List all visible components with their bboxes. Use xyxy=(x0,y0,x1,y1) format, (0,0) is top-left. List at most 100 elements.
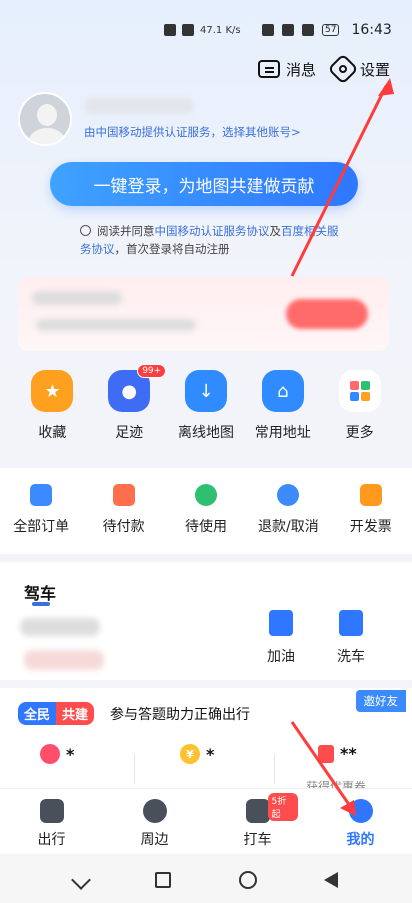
grid-icon xyxy=(338,370,381,412)
invite-friend-button[interactable]: 邀好友 xyxy=(355,690,406,712)
drive-section: 驾车 加油 洗车 xyxy=(0,562,412,680)
quiz-section[interactable]: 全民 共建 参与答题助力正确出行 邀好友 * ¥ * ** 获得优惠券 xyxy=(0,688,412,798)
settings-button[interactable]: 设置 xyxy=(327,53,390,85)
compass-icon xyxy=(142,799,167,823)
one-click-login-button[interactable]: 一键登录，为地图共建做贡献 xyxy=(50,162,358,206)
home-star-icon: ⌂ xyxy=(261,370,304,412)
quick-label: 收藏 xyxy=(38,425,67,441)
order-label: 开发票 xyxy=(349,519,392,535)
recent-apps-icon[interactable] xyxy=(155,871,172,888)
quick-item-more[interactable]: 更多 xyxy=(324,370,396,442)
tab-nearby[interactable]: 周边 xyxy=(115,789,195,854)
cloud-download-icon: ↓ xyxy=(184,370,227,412)
switch-account-link[interactable]: 由中国移动提供认证服务，选择其他账号> xyxy=(84,124,301,140)
quiz-item-value: ** xyxy=(340,744,357,763)
agreement-prefix: 阅读并同意 xyxy=(97,224,155,238)
message-label: 消息 xyxy=(285,60,316,79)
status-right: 57 16:43 xyxy=(262,22,392,38)
signal-icon xyxy=(182,24,194,36)
agreement-text: 阅读并同意中国移动认证服务协议及百度相关服务协议，首次登录将自动注册 xyxy=(80,222,342,258)
quick-label: 常用地址 xyxy=(254,425,311,441)
hd-icon xyxy=(164,24,176,36)
promo-action-button[interactable] xyxy=(286,299,368,329)
system-nav-bar xyxy=(0,856,412,903)
fuel-label: 加油 xyxy=(267,649,295,665)
tab-label: 周边 xyxy=(140,832,169,848)
tab-label: 我的 xyxy=(346,832,375,848)
car-wash-button[interactable]: 洗车 xyxy=(326,610,376,666)
profile-icon xyxy=(348,799,373,823)
order-pending-use[interactable]: 待使用 xyxy=(170,484,242,554)
invoice-icon xyxy=(359,484,382,506)
drive-title: 驾车 xyxy=(24,584,57,603)
quiz-item-1[interactable]: * xyxy=(40,744,74,764)
alarm-icon xyxy=(262,24,274,36)
quick-actions: ★ 收藏 ● 99+ 足迹 ↓ 离线地图 ⌂ 常用地址 更多 xyxy=(0,364,412,442)
divider xyxy=(134,754,135,784)
orders-section: 全部订单 待付款 待使用 退款/取消 开发票 xyxy=(0,468,412,554)
profile-name-blurred xyxy=(84,98,194,114)
network-speed: 47.1 K/s xyxy=(200,24,241,36)
promo-blur-line-2 xyxy=(36,319,196,331)
mic-icon xyxy=(302,24,314,36)
quick-item-favorites[interactable]: ★ 收藏 xyxy=(16,370,88,442)
avatar[interactable] xyxy=(18,92,72,146)
quick-item-offline-map[interactable]: ↓ 离线地图 xyxy=(170,370,242,442)
agree-radio[interactable] xyxy=(80,225,91,236)
agreement-mid: 及 xyxy=(269,224,282,238)
heart-icon xyxy=(40,744,60,764)
fuel-button[interactable]: 加油 xyxy=(256,610,306,666)
message-button[interactable]: 消息 xyxy=(257,59,316,80)
chevron-down-icon[interactable] xyxy=(70,869,91,890)
settings-icon xyxy=(327,53,359,85)
orders-icon xyxy=(30,484,53,506)
quiz-item-3[interactable]: ** xyxy=(318,744,357,763)
quick-label: 更多 xyxy=(345,425,374,441)
quick-item-footprint[interactable]: ● 99+ 足迹 xyxy=(93,364,167,442)
quick-item-frequent-address[interactable]: ⌂ 常用地址 xyxy=(247,370,319,442)
cmcc-agreement-link[interactable]: 中国移动认证服务协议 xyxy=(155,224,270,238)
quiz-title: 参与答题助力正确出行 xyxy=(110,707,250,723)
tab-label: 打车 xyxy=(243,832,272,848)
promo-blur-line-1 xyxy=(32,291,122,305)
quiz-tag-1: 全民 xyxy=(18,702,57,725)
car-info-blurred xyxy=(20,618,100,636)
message-icon xyxy=(257,60,280,78)
taxi-icon xyxy=(245,799,270,823)
car-wash-icon xyxy=(339,610,363,636)
quick-label: 离线地图 xyxy=(177,425,234,441)
promo-card[interactable] xyxy=(18,277,389,351)
clock-icon xyxy=(194,484,217,506)
agreement-suffix: ，首次登录将自动注册 xyxy=(114,242,230,256)
divider xyxy=(274,754,275,784)
back-icon[interactable] xyxy=(324,871,339,888)
tab-travel[interactable]: 出行 xyxy=(12,789,92,854)
order-pending-payment[interactable]: 待付款 xyxy=(88,484,160,554)
order-label: 待付款 xyxy=(102,519,145,535)
status-bar: 47.1 K/s 57 16:43 xyxy=(0,0,412,66)
tab-taxi[interactable]: 5折起 打车 xyxy=(218,789,298,854)
home-icon[interactable] xyxy=(238,870,257,889)
settings-label: 设置 xyxy=(359,60,390,79)
quick-label: 足迹 xyxy=(115,425,144,441)
battery-indicator: 57 xyxy=(322,24,340,36)
coin-icon: ¥ xyxy=(180,744,200,764)
star-icon: ★ xyxy=(31,370,74,412)
quiz-tag-2: 共建 xyxy=(56,702,95,725)
quiz-item-value: * xyxy=(66,744,75,764)
wallet-icon xyxy=(112,484,135,506)
order-all[interactable]: 全部订单 xyxy=(5,484,77,554)
order-refund[interactable]: 退款/取消 xyxy=(252,484,324,554)
taxi-badge: 5折起 xyxy=(267,793,298,821)
fuel-icon xyxy=(269,610,293,636)
red-envelope-icon xyxy=(318,744,334,763)
order-invoice[interactable]: 开发票 xyxy=(335,484,407,554)
drive-title-underline xyxy=(32,602,50,606)
quiz-tag: 全民 共建 xyxy=(18,702,95,725)
refund-icon xyxy=(277,484,300,506)
quiz-item-value: * xyxy=(206,744,215,764)
profile-section[interactable]: 由中国移动提供认证服务，选择其他账号> xyxy=(18,92,301,146)
quiz-item-2[interactable]: ¥ * xyxy=(180,744,214,764)
tab-label: 出行 xyxy=(37,832,66,848)
tab-mine[interactable]: 我的 xyxy=(321,789,401,854)
